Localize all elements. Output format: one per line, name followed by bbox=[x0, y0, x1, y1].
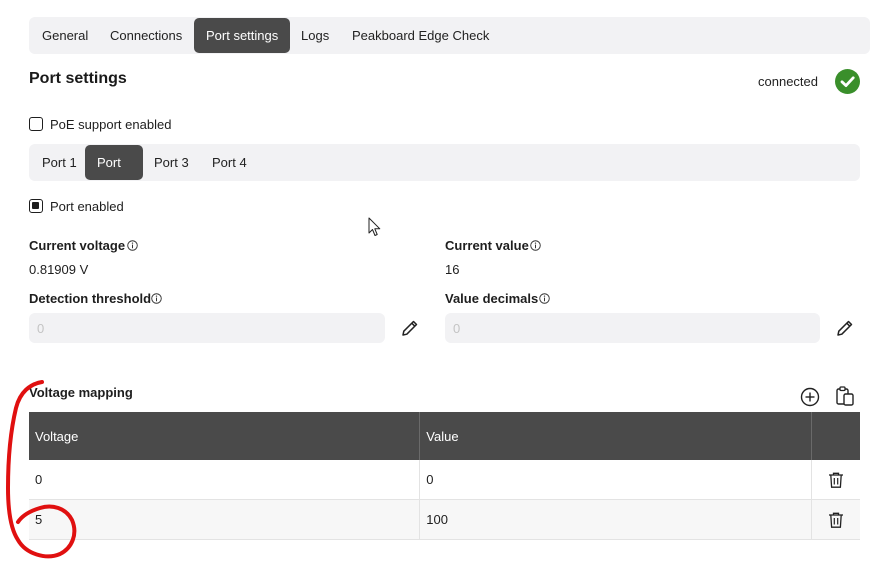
tab-general[interactable]: General bbox=[30, 17, 100, 54]
tab-peakboard-edge-check[interactable]: Peakboard Edge Check bbox=[340, 17, 501, 54]
current-value-value: 16 bbox=[445, 262, 460, 277]
tab-port-settings[interactable]: Port settings bbox=[194, 18, 291, 53]
cell-value[interactable]: 0 bbox=[419, 460, 813, 500]
tab-logs[interactable]: Logs bbox=[289, 17, 341, 54]
current-voltage-value: 0.81909 V bbox=[29, 262, 89, 277]
mouse-cursor-icon bbox=[368, 217, 381, 236]
pencil-icon[interactable] bbox=[400, 318, 420, 338]
tab-port-2[interactable]: Port 2 bbox=[85, 145, 143, 205]
paste-icon[interactable] bbox=[834, 385, 856, 407]
info-icon bbox=[127, 240, 138, 251]
port-tab-bar: Port 1 Port 2 Port 3 Port 4 bbox=[29, 144, 860, 205]
table-header-row: Voltage Value bbox=[29, 412, 860, 460]
poe-label: PoE support enabled bbox=[50, 117, 172, 132]
check-circle-icon bbox=[835, 69, 860, 94]
cell-voltage[interactable]: 0 bbox=[29, 460, 421, 500]
cell-actions bbox=[811, 499, 860, 540]
info-icon bbox=[530, 240, 541, 251]
cell-value[interactable]: 100 bbox=[419, 499, 813, 540]
status-text: connected bbox=[758, 74, 818, 89]
info-icon bbox=[539, 293, 550, 304]
column-header-actions bbox=[811, 412, 860, 460]
main-tab-bar: General Connections Port settings Logs P… bbox=[29, 17, 870, 54]
page-title: Port settings bbox=[29, 70, 127, 87]
voltage-mapping-label: Voltage mapping bbox=[29, 385, 133, 400]
cell-actions bbox=[811, 460, 860, 500]
cell-voltage[interactable]: 5 bbox=[29, 499, 421, 540]
poe-checkbox[interactable] bbox=[29, 117, 43, 131]
table-row[interactable]: 0 0 bbox=[29, 460, 860, 500]
port-enabled-label: Port enabled bbox=[50, 199, 124, 214]
detection-threshold-input[interactable] bbox=[29, 313, 385, 343]
tab-port-1[interactable]: Port 1 bbox=[30, 144, 89, 181]
current-voltage-label: Current voltage bbox=[29, 238, 126, 253]
table-row[interactable]: 5 100 bbox=[29, 499, 860, 540]
column-header-value[interactable]: Value bbox=[419, 412, 813, 460]
value-decimals-label: Value decimals bbox=[445, 291, 539, 306]
info-icon bbox=[151, 293, 162, 304]
add-circle-icon[interactable] bbox=[799, 386, 821, 408]
trash-icon[interactable] bbox=[827, 511, 845, 529]
current-value-label: Current value bbox=[445, 238, 529, 253]
port-enabled-checkbox[interactable] bbox=[29, 199, 43, 213]
column-header-voltage[interactable]: Voltage bbox=[29, 412, 421, 460]
tab-port-3[interactable]: Port 3 bbox=[142, 144, 201, 181]
voltage-mapping-table: Voltage Value 0 0 5 100 bbox=[29, 412, 860, 540]
trash-icon[interactable] bbox=[827, 471, 845, 489]
tab-port-4[interactable]: Port 4 bbox=[200, 144, 259, 181]
value-decimals-input[interactable] bbox=[445, 313, 820, 343]
detection-threshold-label: Detection threshold bbox=[29, 291, 152, 306]
tab-connections[interactable]: Connections bbox=[98, 17, 194, 54]
pencil-icon[interactable] bbox=[835, 318, 855, 338]
